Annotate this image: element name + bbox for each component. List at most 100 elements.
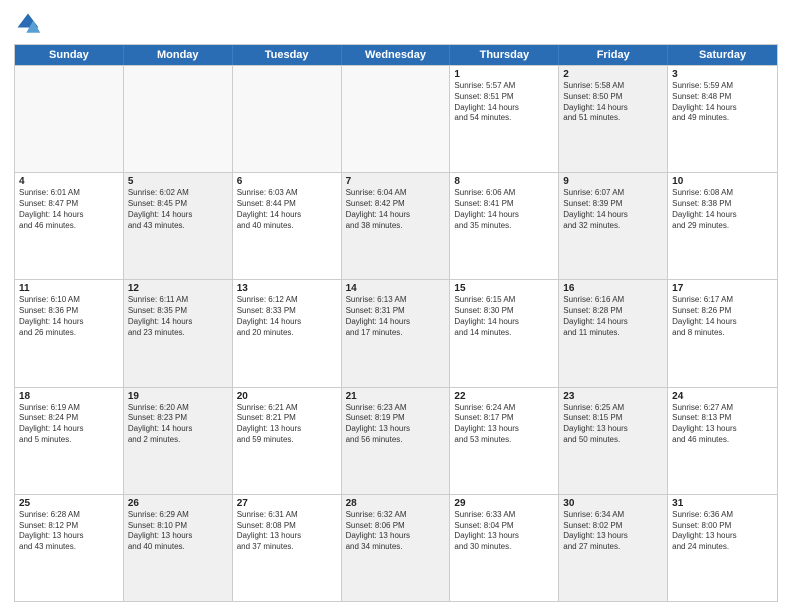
cal-cell-r4c1: 26Sunrise: 6:29 AMSunset: 8:10 PMDayligh… xyxy=(124,495,233,601)
calendar-header-row: SundayMondayTuesdayWednesdayThursdayFrid… xyxy=(15,45,777,65)
cal-cell-r4c3: 28Sunrise: 6:32 AMSunset: 8:06 PMDayligh… xyxy=(342,495,451,601)
cell-info: Sunrise: 6:06 AMSunset: 8:41 PMDaylight:… xyxy=(454,188,554,231)
cal-cell-r1c2: 6Sunrise: 6:03 AMSunset: 8:44 PMDaylight… xyxy=(233,173,342,279)
page: SundayMondayTuesdayWednesdayThursdayFrid… xyxy=(0,0,792,612)
day-number: 10 xyxy=(672,176,773,187)
day-number: 31 xyxy=(672,498,773,509)
cal-cell-r1c4: 8Sunrise: 6:06 AMSunset: 8:41 PMDaylight… xyxy=(450,173,559,279)
cal-cell-r0c0 xyxy=(15,66,124,172)
day-number: 2 xyxy=(563,69,663,80)
cell-info: Sunrise: 6:03 AMSunset: 8:44 PMDaylight:… xyxy=(237,188,337,231)
header xyxy=(14,10,778,38)
cal-cell-r0c2 xyxy=(233,66,342,172)
day-number: 5 xyxy=(128,176,228,187)
cal-cell-r3c6: 24Sunrise: 6:27 AMSunset: 8:13 PMDayligh… xyxy=(668,388,777,494)
cal-cell-r1c5: 9Sunrise: 6:07 AMSunset: 8:39 PMDaylight… xyxy=(559,173,668,279)
calendar-body: 1Sunrise: 5:57 AMSunset: 8:51 PMDaylight… xyxy=(15,65,777,601)
cell-info: Sunrise: 6:08 AMSunset: 8:38 PMDaylight:… xyxy=(672,188,773,231)
day-number: 17 xyxy=(672,283,773,294)
cell-info: Sunrise: 6:33 AMSunset: 8:04 PMDaylight:… xyxy=(454,510,554,553)
cell-info: Sunrise: 5:58 AMSunset: 8:50 PMDaylight:… xyxy=(563,81,663,124)
cal-cell-r1c1: 5Sunrise: 6:02 AMSunset: 8:45 PMDaylight… xyxy=(124,173,233,279)
cell-info: Sunrise: 6:01 AMSunset: 8:47 PMDaylight:… xyxy=(19,188,119,231)
day-number: 30 xyxy=(563,498,663,509)
cal-cell-r0c5: 2Sunrise: 5:58 AMSunset: 8:50 PMDaylight… xyxy=(559,66,668,172)
day-number: 25 xyxy=(19,498,119,509)
cell-info: Sunrise: 6:16 AMSunset: 8:28 PMDaylight:… xyxy=(563,295,663,338)
cal-header-thursday: Thursday xyxy=(450,45,559,65)
cell-info: Sunrise: 6:21 AMSunset: 8:21 PMDaylight:… xyxy=(237,403,337,446)
cell-info: Sunrise: 6:32 AMSunset: 8:06 PMDaylight:… xyxy=(346,510,446,553)
day-number: 1 xyxy=(454,69,554,80)
cal-cell-r2c0: 11Sunrise: 6:10 AMSunset: 8:36 PMDayligh… xyxy=(15,280,124,386)
cal-cell-r4c5: 30Sunrise: 6:34 AMSunset: 8:02 PMDayligh… xyxy=(559,495,668,601)
day-number: 14 xyxy=(346,283,446,294)
cal-cell-r3c2: 20Sunrise: 6:21 AMSunset: 8:21 PMDayligh… xyxy=(233,388,342,494)
cal-cell-r4c6: 31Sunrise: 6:36 AMSunset: 8:00 PMDayligh… xyxy=(668,495,777,601)
cell-info: Sunrise: 6:25 AMSunset: 8:15 PMDaylight:… xyxy=(563,403,663,446)
cal-cell-r3c3: 21Sunrise: 6:23 AMSunset: 8:19 PMDayligh… xyxy=(342,388,451,494)
cell-info: Sunrise: 6:28 AMSunset: 8:12 PMDaylight:… xyxy=(19,510,119,553)
cell-info: Sunrise: 6:20 AMSunset: 8:23 PMDaylight:… xyxy=(128,403,228,446)
cell-info: Sunrise: 6:23 AMSunset: 8:19 PMDaylight:… xyxy=(346,403,446,446)
cell-info: Sunrise: 6:10 AMSunset: 8:36 PMDaylight:… xyxy=(19,295,119,338)
day-number: 16 xyxy=(563,283,663,294)
cell-info: Sunrise: 6:19 AMSunset: 8:24 PMDaylight:… xyxy=(19,403,119,446)
cell-info: Sunrise: 6:04 AMSunset: 8:42 PMDaylight:… xyxy=(346,188,446,231)
cal-header-monday: Monday xyxy=(124,45,233,65)
day-number: 8 xyxy=(454,176,554,187)
cal-header-friday: Friday xyxy=(559,45,668,65)
cal-cell-r0c4: 1Sunrise: 5:57 AMSunset: 8:51 PMDaylight… xyxy=(450,66,559,172)
cal-cell-r1c3: 7Sunrise: 6:04 AMSunset: 8:42 PMDaylight… xyxy=(342,173,451,279)
cell-info: Sunrise: 6:27 AMSunset: 8:13 PMDaylight:… xyxy=(672,403,773,446)
day-number: 21 xyxy=(346,391,446,402)
cal-cell-r4c2: 27Sunrise: 6:31 AMSunset: 8:08 PMDayligh… xyxy=(233,495,342,601)
cell-info: Sunrise: 6:07 AMSunset: 8:39 PMDaylight:… xyxy=(563,188,663,231)
cal-cell-r0c6: 3Sunrise: 5:59 AMSunset: 8:48 PMDaylight… xyxy=(668,66,777,172)
cell-info: Sunrise: 6:13 AMSunset: 8:31 PMDaylight:… xyxy=(346,295,446,338)
cell-info: Sunrise: 6:12 AMSunset: 8:33 PMDaylight:… xyxy=(237,295,337,338)
day-number: 22 xyxy=(454,391,554,402)
cell-info: Sunrise: 6:02 AMSunset: 8:45 PMDaylight:… xyxy=(128,188,228,231)
cal-header-sunday: Sunday xyxy=(15,45,124,65)
day-number: 26 xyxy=(128,498,228,509)
cell-info: Sunrise: 5:57 AMSunset: 8:51 PMDaylight:… xyxy=(454,81,554,124)
day-number: 28 xyxy=(346,498,446,509)
cal-header-saturday: Saturday xyxy=(668,45,777,65)
cal-row-3: 18Sunrise: 6:19 AMSunset: 8:24 PMDayligh… xyxy=(15,387,777,494)
day-number: 13 xyxy=(237,283,337,294)
day-number: 15 xyxy=(454,283,554,294)
day-number: 3 xyxy=(672,69,773,80)
cal-cell-r1c0: 4Sunrise: 6:01 AMSunset: 8:47 PMDaylight… xyxy=(15,173,124,279)
day-number: 9 xyxy=(563,176,663,187)
cal-cell-r0c3 xyxy=(342,66,451,172)
day-number: 27 xyxy=(237,498,337,509)
cal-cell-r2c4: 15Sunrise: 6:15 AMSunset: 8:30 PMDayligh… xyxy=(450,280,559,386)
cal-header-tuesday: Tuesday xyxy=(233,45,342,65)
day-number: 4 xyxy=(19,176,119,187)
day-number: 12 xyxy=(128,283,228,294)
cell-info: Sunrise: 5:59 AMSunset: 8:48 PMDaylight:… xyxy=(672,81,773,124)
cal-row-2: 11Sunrise: 6:10 AMSunset: 8:36 PMDayligh… xyxy=(15,279,777,386)
cal-cell-r2c5: 16Sunrise: 6:16 AMSunset: 8:28 PMDayligh… xyxy=(559,280,668,386)
logo xyxy=(14,10,46,38)
cal-row-0: 1Sunrise: 5:57 AMSunset: 8:51 PMDaylight… xyxy=(15,65,777,172)
day-number: 19 xyxy=(128,391,228,402)
cell-info: Sunrise: 6:24 AMSunset: 8:17 PMDaylight:… xyxy=(454,403,554,446)
cal-cell-r1c6: 10Sunrise: 6:08 AMSunset: 8:38 PMDayligh… xyxy=(668,173,777,279)
cell-info: Sunrise: 6:36 AMSunset: 8:00 PMDaylight:… xyxy=(672,510,773,553)
cal-cell-r4c4: 29Sunrise: 6:33 AMSunset: 8:04 PMDayligh… xyxy=(450,495,559,601)
cell-info: Sunrise: 6:17 AMSunset: 8:26 PMDaylight:… xyxy=(672,295,773,338)
day-number: 11 xyxy=(19,283,119,294)
day-number: 6 xyxy=(237,176,337,187)
day-number: 18 xyxy=(19,391,119,402)
day-number: 24 xyxy=(672,391,773,402)
cal-row-1: 4Sunrise: 6:01 AMSunset: 8:47 PMDaylight… xyxy=(15,172,777,279)
cell-info: Sunrise: 6:31 AMSunset: 8:08 PMDaylight:… xyxy=(237,510,337,553)
cal-cell-r3c4: 22Sunrise: 6:24 AMSunset: 8:17 PMDayligh… xyxy=(450,388,559,494)
cal-cell-r2c6: 17Sunrise: 6:17 AMSunset: 8:26 PMDayligh… xyxy=(668,280,777,386)
cal-cell-r4c0: 25Sunrise: 6:28 AMSunset: 8:12 PMDayligh… xyxy=(15,495,124,601)
cal-cell-r3c5: 23Sunrise: 6:25 AMSunset: 8:15 PMDayligh… xyxy=(559,388,668,494)
cell-info: Sunrise: 6:11 AMSunset: 8:35 PMDaylight:… xyxy=(128,295,228,338)
calendar: SundayMondayTuesdayWednesdayThursdayFrid… xyxy=(14,44,778,602)
